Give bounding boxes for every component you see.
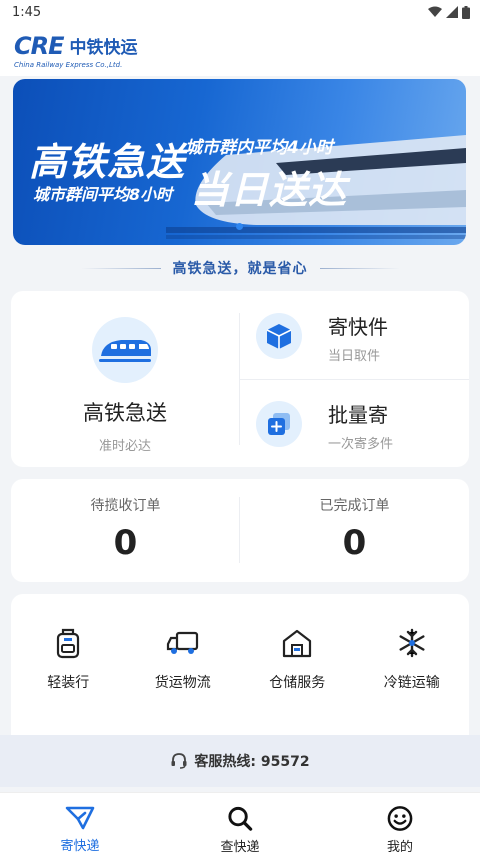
banner-title-2: 当日送达 (191, 168, 348, 212)
tab-track-express[interactable]: 查快递 (160, 793, 320, 855)
tool-cold-chain[interactable]: 冷链运输 (355, 626, 470, 692)
wifi-icon (428, 6, 442, 17)
slogan-line-left (80, 267, 161, 269)
completed-orders-count: 0 (342, 523, 367, 563)
logo-name: 中铁快运 (69, 38, 138, 58)
status-icons (428, 5, 470, 19)
smiley-icon (387, 806, 413, 831)
headset-icon (171, 753, 187, 769)
service-high-speed-desc: 准时必达 (98, 439, 151, 454)
tool-light-travel[interactable]: 轻装行 (11, 626, 126, 692)
banner-pagination-dot[interactable] (236, 223, 243, 230)
slogan: 高铁急送，就是省心 (0, 258, 480, 278)
tool-warehouse-label: 仓储服务 (269, 675, 326, 691)
high-speed-train-icon (92, 317, 158, 383)
signal-icon (446, 6, 458, 18)
service-batch-send[interactable]: 批量寄 一次寄多件 (240, 379, 469, 467)
service-send-package[interactable]: 寄快件 当日取件 (240, 291, 469, 379)
completed-orders[interactable]: 已完成订单 0 (240, 479, 469, 582)
backpack-icon (51, 626, 85, 660)
search-icon (228, 806, 253, 831)
logo-mark: CRE (14, 31, 64, 60)
slogan-text: 高铁急送，就是省心 (172, 261, 308, 277)
battery-icon (462, 5, 470, 19)
tool-light-travel-label: 轻装行 (47, 675, 90, 691)
app-header: CRE 中铁快运 China Railway Express Co.,Ltd. (0, 24, 480, 76)
warehouse-icon (280, 626, 314, 660)
service-high-speed[interactable]: 高铁急送 准时必达 (11, 291, 239, 467)
package-icon (256, 313, 302, 359)
company-logo: CRE 中铁快运 China Railway Express Co.,Ltd. (14, 32, 138, 69)
service-send-package-name: 寄快件 (328, 315, 388, 339)
tool-freight-logistics[interactable]: 货运物流 (126, 626, 241, 692)
batch-add-icon (256, 401, 302, 447)
pending-orders-count: 0 (113, 523, 138, 563)
pending-orders[interactable]: 待揽收订单 0 (11, 479, 240, 582)
tab-profile[interactable]: 我的 (320, 793, 480, 855)
tool-warehouse[interactable]: 仓储服务 (240, 626, 355, 692)
tab-send-express[interactable]: 寄快递 (0, 793, 160, 855)
promo-banner[interactable]: 高铁急送 城市群内平均4小时 当日送达 城市群间平均8小时 (13, 79, 466, 245)
hotline-text: 客服热线: 95572 (194, 754, 310, 770)
service-batch-send-desc: 一次寄多件 (328, 437, 394, 452)
pending-orders-label: 待揽收订单 (90, 498, 161, 514)
snowflake-icon (395, 626, 429, 660)
tab-send-express-label: 寄快递 (60, 839, 100, 854)
services-card: 高铁急送 准时必达 寄快件 当日取件 批量寄 一次寄多件 (11, 291, 469, 467)
tab-profile-label: 我的 (386, 840, 413, 855)
status-bar: 1:45 (0, 0, 480, 24)
tab-track-express-label: 查快递 (220, 840, 260, 855)
customer-hotline[interactable]: 客服热线: 95572 (0, 735, 480, 787)
bottom-tab-bar: 寄快递 查快递 我的 (0, 792, 480, 855)
truck-icon (166, 626, 200, 660)
banner-subtitle-1: 城市群内平均4小时 (185, 138, 333, 158)
logo-english: China Railway Express Co.,Ltd. (14, 60, 123, 69)
tools-card: 轻装行 货运物流 仓储服务 冷链运输 (11, 594, 469, 744)
service-send-package-desc: 当日取件 (328, 349, 381, 364)
status-time: 1:45 (12, 4, 42, 20)
completed-orders-label: 已完成订单 (319, 498, 390, 514)
banner-subtitle-2: 城市群间平均8小时 (33, 185, 173, 204)
service-batch-send-name: 批量寄 (328, 403, 388, 427)
tool-cold-chain-label: 冷链运输 (383, 675, 440, 691)
banner-title: 高铁急送 (29, 140, 186, 184)
service-high-speed-name: 高铁急送 (83, 401, 167, 425)
orders-card: 待揽收订单 0 已完成订单 0 (11, 479, 469, 582)
tool-freight-logistics-label: 货运物流 (154, 675, 211, 691)
slogan-line-right (319, 267, 400, 269)
send-icon (65, 806, 95, 830)
